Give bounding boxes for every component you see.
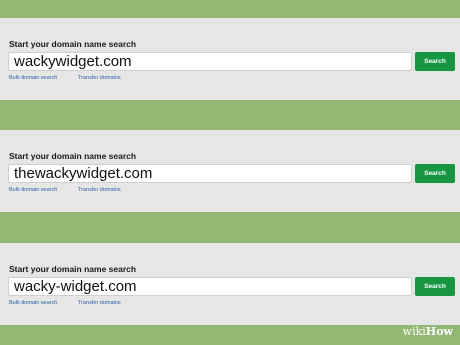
domain-search-panel-3: Start your domain name search wacky-widg…: [0, 243, 460, 325]
domain-search-input[interactable]: wacky-widget.com: [8, 277, 412, 296]
panel-title: Start your domain name search: [9, 39, 137, 49]
bulk-domain-search-link[interactable]: Bulk domain search: [9, 187, 57, 193]
wikihow-watermark: wikiHow: [403, 325, 453, 338]
domain-search-panel-2: Start your domain name search thewackywi…: [0, 130, 460, 212]
search-button[interactable]: Search: [415, 277, 455, 296]
search-button[interactable]: Search: [415, 164, 455, 183]
domain-search-panel-1: Start your domain name search wackywidge…: [0, 18, 460, 100]
domain-search-input[interactable]: wackywidget.com: [8, 52, 412, 71]
panel-title: Start your domain name search: [9, 264, 137, 274]
watermark-how: How: [425, 325, 453, 338]
panel-title: Start your domain name search: [9, 151, 137, 161]
transfer-domains-link[interactable]: Transfer domains: [78, 300, 121, 306]
bulk-domain-search-link[interactable]: Bulk domain search: [9, 75, 57, 81]
domain-search-input[interactable]: thewackywidget.com: [8, 164, 412, 183]
watermark-wiki: wiki: [402, 325, 426, 338]
transfer-domains-link[interactable]: Transfer domains: [78, 187, 121, 193]
bulk-domain-search-link[interactable]: Bulk domain search: [9, 300, 57, 306]
transfer-domains-link[interactable]: Transfer domains: [78, 75, 121, 81]
search-button[interactable]: Search: [415, 52, 455, 71]
